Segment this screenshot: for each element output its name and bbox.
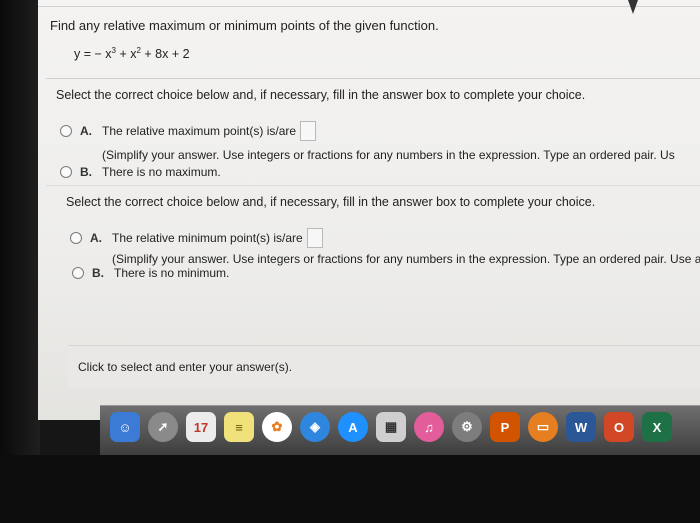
powerpoint-icon[interactable]: P xyxy=(490,412,520,442)
finder-icon[interactable]: ☺ xyxy=(110,412,140,442)
launchpad-icon[interactable]: ➚ xyxy=(148,412,178,442)
part1-instruction: Select the correct choice below and, if … xyxy=(56,88,586,102)
max-choice-a-radio[interactable] xyxy=(60,125,72,137)
section-divider xyxy=(46,78,700,79)
preferences-gear-icon[interactable]: ⚙ xyxy=(452,412,482,442)
system-grid-icon[interactable]: ▦ xyxy=(376,412,406,442)
word-icon[interactable]: W xyxy=(566,412,596,442)
photos-icon[interactable]: ✿ xyxy=(262,412,292,442)
answer-footer-bar: Click to select and enter your answer(s)… xyxy=(68,345,700,388)
max-answer-box[interactable] xyxy=(300,121,317,141)
screen-bezel xyxy=(0,0,40,523)
app-store-icon[interactable]: A xyxy=(338,412,368,442)
part2-instruction: Select the correct choice below and, if … xyxy=(66,195,596,209)
mouse-cursor-icon xyxy=(628,0,638,14)
top-divider xyxy=(38,6,700,7)
function-equation: y = − x3 + x2 + 8x + 2 xyxy=(74,46,190,62)
max-choice-b[interactable]: B. There is no maximum. xyxy=(60,165,221,179)
min-answer-box[interactable] xyxy=(306,228,323,248)
excel-icon[interactable]: X xyxy=(642,412,672,442)
safari-icon[interactable]: ◈ xyxy=(300,412,330,442)
footer-hint: Click to select and enter your answer(s)… xyxy=(78,360,293,374)
calendar-icon[interactable]: 17 xyxy=(186,412,216,442)
question-title: Find any relative maximum or minimum poi… xyxy=(50,18,439,33)
min-choice-a[interactable]: A. The relative minimum point(s) is/are xyxy=(70,228,323,248)
min-choice-b-radio[interactable] xyxy=(72,267,84,279)
ibooks-icon[interactable]: ▭ xyxy=(528,412,558,442)
itunes-icon[interactable]: ♫ xyxy=(414,412,444,442)
part-divider xyxy=(46,185,700,186)
max-note: (Simplify your answer. Use integers or f… xyxy=(102,148,675,162)
max-choice-b-radio[interactable] xyxy=(60,166,72,178)
max-choice-a[interactable]: A. The relative maximum point(s) is/are xyxy=(60,121,317,141)
min-choice-a-radio[interactable] xyxy=(70,232,82,244)
outlook-icon[interactable]: O xyxy=(604,412,634,442)
min-note: (Simplify your answer. Use integers or f… xyxy=(112,252,700,266)
min-choice-b[interactable]: B. There is no minimum. xyxy=(72,266,229,280)
mac-dock: ☺ ➚ 17 ≡ ✿ ◈ A ▦ ♫ ⚙ P ▭ W O X xyxy=(100,405,700,456)
browser-screen: Find any relative maximum or minimum poi… xyxy=(38,0,700,420)
notes-icon[interactable]: ≡ xyxy=(224,412,254,442)
laptop-bottom-bezel xyxy=(0,455,700,523)
